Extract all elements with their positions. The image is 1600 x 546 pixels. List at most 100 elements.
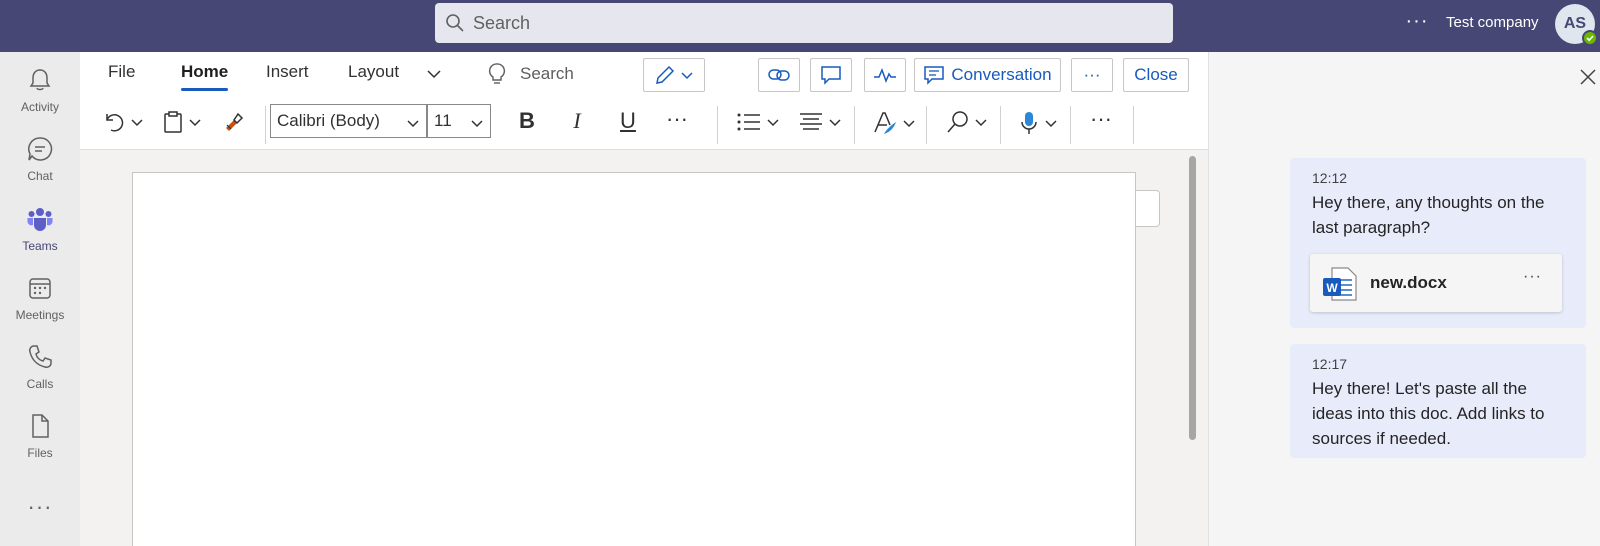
format-painter-icon [226,112,244,131]
styles-icon [874,112,896,134]
chat-message: 12:17 Hey there! Let's paste all the ide… [1290,344,1586,458]
rail-item-teams[interactable]: Teams [0,205,80,271]
attachment-filename: new.docx [1370,273,1447,292]
tab-layout[interactable]: Layout [348,62,399,82]
rail-label: Activity [20,100,59,114]
user-avatar[interactable]: AS [1555,4,1598,46]
microphone-icon [1021,112,1037,134]
tell-me-search-label: Search [520,64,574,83]
comments-button[interactable] [810,58,852,92]
app-rail: Activity Chat Teams Meetings Calls Files… [0,52,80,546]
page-side-marker [1136,190,1160,227]
comment-icon [821,66,841,85]
ribbon-separator [1000,106,1001,144]
chevron-down-icon [407,120,419,128]
close-icon[interactable] [1579,68,1597,86]
more-options-button[interactable]: ··· [1071,58,1113,92]
font-name-value: Calibri (Body) [277,111,380,130]
chevron-down-icon [1045,120,1057,128]
file-icon [32,414,49,438]
file-attachment-card[interactable]: W new.docx ··· [1310,254,1562,312]
font-size-select[interactable]: 11 [427,104,491,138]
calendar-icon [29,278,51,299]
rail-item-calls[interactable]: Calls [0,343,80,409]
chevron-down-icon [903,120,915,128]
more-options-label: ··· [1083,65,1101,84]
lightbulb-icon [488,63,506,84]
font-size-value: 11 [434,111,452,130]
dictate-button[interactable] [1018,110,1058,136]
message-time: 12:17 [1312,356,1348,372]
share-link-button[interactable] [758,58,800,92]
rail-label: Files [27,446,53,460]
align-center-icon [800,113,822,130]
ribbon-separator [717,106,718,144]
chevron-down-icon [829,119,841,127]
tab-active-indicator [181,88,228,91]
document-page[interactable] [132,172,1136,546]
global-search-input[interactable] [473,12,1153,34]
search-icon [446,14,464,32]
chat-pane: 12:12 Hey there, any thoughts on the las… [1208,52,1600,546]
chat-message: 12:12 Hey there, any thoughts on the las… [1290,158,1586,328]
ribbon-more-button[interactable]: ··· [1086,106,1116,132]
find-button[interactable] [946,110,988,134]
conversation-icon [924,66,945,85]
editing-mode-button[interactable] [643,58,705,92]
rail-item-meetings[interactable]: Meetings [0,274,80,340]
close-label: Close [1134,65,1178,84]
bullet-list-icon [737,113,760,131]
undo-button[interactable] [102,110,144,134]
global-search-box[interactable] [435,3,1173,43]
settings-more-button[interactable]: ··· [1402,8,1432,38]
close-button[interactable]: Close [1123,58,1189,92]
tenant-name[interactable]: Test company [1446,14,1539,31]
chevron-down-icon [471,120,483,128]
chevron-down-icon [975,119,987,127]
tell-me-search[interactable]: Search [488,62,574,86]
ribbon-separator [854,106,855,144]
underline-button[interactable]: U [613,108,643,134]
svg-text:W: W [1326,281,1338,295]
bullets-button[interactable] [736,110,780,134]
format-painter-button[interactable] [222,110,246,134]
styles-button[interactable] [872,110,916,136]
ribbon-separator [1070,106,1071,144]
teams-icon [27,208,53,231]
rail-item-activity[interactable]: Activity [0,66,80,132]
chevron-down-icon [189,119,201,127]
tab-home[interactable]: Home [181,62,228,82]
chat-icon [28,137,53,161]
rail-item-chat[interactable]: Chat [0,135,80,201]
phone-icon [29,345,52,368]
bold-button[interactable]: B [512,108,542,134]
document-scrollbar[interactable] [1189,156,1196,440]
more-apps-button[interactable]: ··· [0,494,80,520]
conversation-button[interactable]: Conversation [914,58,1061,92]
italic-button[interactable]: I [562,108,592,134]
search-icon [947,111,968,133]
rail-label: Meetings [15,308,65,322]
font-more-button[interactable]: ··· [662,106,692,132]
chevron-down-icon[interactable] [426,66,442,82]
home-ribbon: Calibri (Body) 11 B I U ··· ··· [80,98,1208,190]
pencil-icon [656,65,675,84]
tab-file[interactable]: File [108,62,135,82]
ribbon-tabs: File Home Insert Layout Search Conversat… [80,52,1208,98]
document-canvas [80,150,1208,546]
ribbon-separator [1133,106,1134,144]
bell-icon [29,69,51,91]
word-file-icon: W [1323,267,1357,301]
alignment-button[interactable] [798,110,842,134]
attachment-more-button[interactable]: ··· [1523,268,1542,286]
chevron-down-icon [767,119,779,127]
activity-pulse-icon [874,67,896,84]
rail-item-files[interactable]: Files [0,412,80,478]
rail-label: Teams [22,239,58,253]
tab-insert[interactable]: Insert [266,62,309,82]
paste-button[interactable] [162,110,202,134]
activity-button[interactable] [864,58,906,92]
chevron-down-icon [131,119,143,127]
font-name-select[interactable]: Calibri (Body) [270,104,427,138]
conversation-label: Conversation [951,65,1052,84]
